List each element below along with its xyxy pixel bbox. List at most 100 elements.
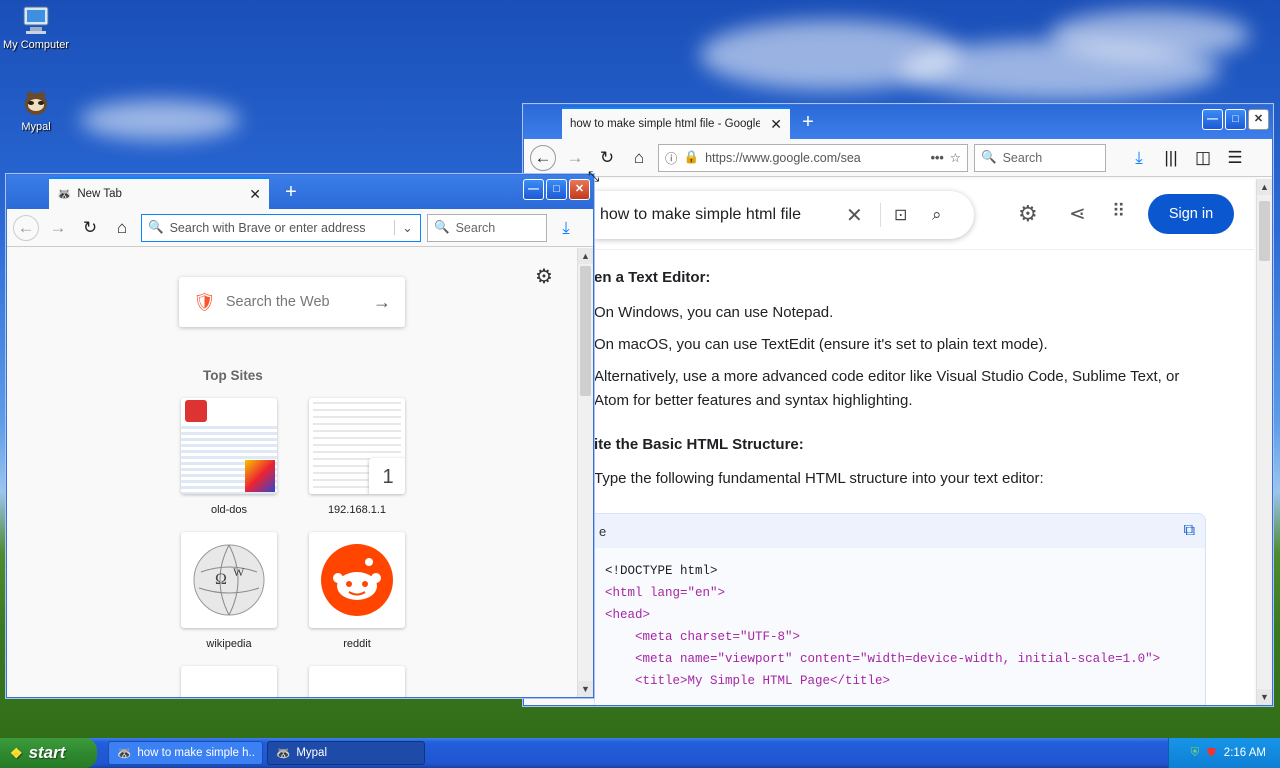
ms-logo-icon bbox=[245, 460, 275, 492]
network-icon[interactable]: ⛨ bbox=[1191, 747, 1200, 760]
go-arrow-icon[interactable]: → bbox=[373, 292, 391, 313]
apps-grid-icon[interactable]: ⠿ bbox=[1112, 201, 1125, 222]
forward-button[interactable]: → bbox=[562, 145, 588, 171]
top-site-empty[interactable] bbox=[309, 666, 405, 697]
downloads-icon[interactable]: ⤓ bbox=[553, 215, 579, 241]
code-line: <html lang="en"> bbox=[605, 586, 726, 600]
home-button[interactable]: ⌂ bbox=[626, 145, 652, 171]
info-icon[interactable]: ⓘ bbox=[665, 148, 678, 167]
site-label: 192.168.1.1 bbox=[327, 504, 387, 516]
address-placeholder: Search with Brave or enter address bbox=[169, 220, 366, 235]
close-window-button[interactable]: ✕ bbox=[1248, 109, 1269, 130]
top-site-wikipedia[interactable]: ΩW wikipedia bbox=[181, 532, 277, 650]
navigation-bar: ← → ↻ ⌂ ⓘ 🔒 https://www.google.com/sea •… bbox=[524, 139, 1272, 177]
scrollbar-thumb[interactable] bbox=[580, 266, 591, 396]
code-line: <meta charset="UTF-8"> bbox=[605, 630, 801, 644]
search-icon: 🔍 bbox=[148, 220, 164, 234]
sidebar-icon[interactable]: ◫ bbox=[1190, 145, 1216, 171]
start-button[interactable]: ❖ start bbox=[0, 738, 97, 768]
step2-text: Type the following fundamental HTML stru… bbox=[594, 470, 1044, 487]
desktop-icon-mypal[interactable]: Mypal bbox=[0, 86, 72, 133]
top-site-reddit[interactable]: reddit bbox=[309, 532, 405, 650]
sign-in-button[interactable]: Sign in bbox=[1148, 194, 1234, 234]
window-controls: — □ ✕ bbox=[1202, 109, 1269, 130]
settings-gear-icon[interactable]: ⚙ bbox=[535, 264, 553, 289]
clear-search-icon[interactable]: ✕ bbox=[846, 203, 863, 228]
reload-button[interactable]: ↻ bbox=[77, 215, 103, 241]
svg-text:Ω: Ω bbox=[215, 571, 227, 588]
step1-heading: en a Text Editor: bbox=[594, 269, 711, 286]
address-bar[interactable]: 🔍 Search with Brave or enter address ⌄ bbox=[141, 213, 421, 242]
menu-icon[interactable]: ☰ bbox=[1222, 145, 1248, 171]
code-language-label: e bbox=[599, 523, 607, 539]
back-button[interactable]: ← bbox=[530, 144, 556, 171]
task-label: Mypal bbox=[296, 747, 328, 759]
page-actions-icon[interactable]: ••• bbox=[931, 151, 944, 165]
google-search-icon[interactable]: ⌕ bbox=[932, 205, 942, 225]
reload-button[interactable]: ↻ bbox=[594, 145, 620, 171]
dropdown-chevron-icon[interactable]: ⌄ bbox=[394, 220, 420, 235]
title-bar: 🦝 New Tab ✕ + — □ ✕ bbox=[7, 175, 593, 209]
scroll-up-icon[interactable]: ▲ bbox=[578, 248, 593, 264]
taskbar-item-google[interactable]: 🦝 how to make simple h... bbox=[108, 741, 263, 765]
bookmark-star-icon[interactable]: ☆ bbox=[950, 150, 961, 165]
scroll-down-icon[interactable]: ▼ bbox=[1257, 689, 1272, 705]
top-site-empty[interactable] bbox=[181, 666, 277, 697]
home-button[interactable]: ⌂ bbox=[109, 215, 135, 241]
tab-google-search[interactable]: how to make simple html file - Google S … bbox=[562, 107, 790, 139]
share-icon[interactable]: ⋖ bbox=[1069, 201, 1086, 226]
taskbar: ❖ start 🦝 how to make simple h... 🦝 Mypa… bbox=[0, 738, 1280, 768]
brave-logo-icon: 🛡 bbox=[193, 291, 216, 312]
scroll-down-icon[interactable]: ▼ bbox=[578, 681, 593, 697]
back-button[interactable]: ← bbox=[13, 214, 39, 241]
clock[interactable]: 2:16 AM bbox=[1224, 747, 1266, 759]
site-label: old-dos bbox=[210, 504, 248, 516]
downloads-icon[interactable]: ⤓ bbox=[1126, 145, 1152, 171]
title-bar: how to make simple html file - Google S … bbox=[524, 105, 1272, 139]
browser-window-new-tab: 🦝 New Tab ✕ + — □ ✕ ← → ↻ ⌂ 🔍 Search wit… bbox=[6, 174, 594, 698]
desktop-icon-my-computer[interactable]: My Computer bbox=[0, 4, 72, 51]
maximize-button[interactable]: □ bbox=[546, 179, 567, 200]
site-thumbnail bbox=[181, 398, 277, 494]
minimize-button[interactable]: — bbox=[1202, 109, 1223, 130]
security-shield-icon[interactable]: ⛊ bbox=[1207, 747, 1216, 760]
scroll-up-icon[interactable]: ▲ bbox=[1257, 179, 1272, 195]
svg-text:W: W bbox=[233, 565, 245, 579]
search-query: how to make simple html file bbox=[600, 206, 801, 223]
google-search-box[interactable]: how to make simple html file ✕ ⊡ ⌕ bbox=[594, 191, 974, 239]
search-icon: 🔍 bbox=[981, 150, 997, 164]
new-tab-button[interactable]: + bbox=[796, 111, 820, 133]
copy-code-icon[interactable]: ⧉ bbox=[1184, 522, 1195, 540]
scrollbar-thumb[interactable] bbox=[1259, 201, 1270, 261]
top-site-old-dos[interactable]: old-dos bbox=[181, 398, 277, 516]
site-thumbnail: ΩW bbox=[181, 532, 277, 628]
task-label: how to make simple h... bbox=[137, 747, 254, 759]
page-scrollbar[interactable]: ▲ ▼ bbox=[1256, 179, 1272, 705]
taskbar-item-mypal[interactable]: 🦝 Mypal bbox=[267, 741, 425, 765]
site-thumbnail bbox=[181, 666, 277, 697]
lens-icon[interactable]: ⊡ bbox=[894, 205, 907, 225]
computer-icon bbox=[20, 4, 52, 36]
close-window-button[interactable]: ✕ bbox=[569, 179, 590, 200]
address-bar[interactable]: ⓘ 🔒 https://www.google.com/sea ••• ☆ bbox=[658, 143, 968, 172]
code-line: <title>My Simple HTML Page</title> bbox=[605, 674, 891, 688]
wikipedia-globe-icon: ΩW bbox=[193, 544, 265, 616]
code-line: <head> bbox=[605, 608, 651, 622]
new-tab-button[interactable]: + bbox=[279, 181, 303, 203]
page-scrollbar[interactable]: ▲ ▼ bbox=[577, 248, 593, 697]
tab-title: how to make simple html file - Google S bbox=[570, 118, 760, 130]
search-bar[interactable]: 🔍 Search bbox=[974, 143, 1106, 172]
search-bar[interactable]: 🔍 Search bbox=[427, 213, 547, 242]
close-tab-icon[interactable]: ✕ bbox=[770, 116, 782, 133]
site-thumbnail bbox=[309, 666, 405, 697]
search-the-web-box[interactable]: 🛡 Search the Web → bbox=[179, 277, 405, 327]
minimize-button[interactable]: — bbox=[523, 179, 544, 200]
divider bbox=[880, 203, 881, 227]
settings-gear-icon[interactable]: ⚙ bbox=[1018, 201, 1038, 227]
maximize-button[interactable]: □ bbox=[1225, 109, 1246, 130]
tab-new-tab[interactable]: 🦝 New Tab ✕ bbox=[49, 177, 269, 209]
top-site-router[interactable]: 1 192.168.1.1 bbox=[309, 398, 405, 516]
close-tab-icon[interactable]: ✕ bbox=[249, 186, 261, 203]
library-icon[interactable]: ||| bbox=[1158, 145, 1184, 171]
forward-button[interactable]: → bbox=[45, 215, 71, 241]
